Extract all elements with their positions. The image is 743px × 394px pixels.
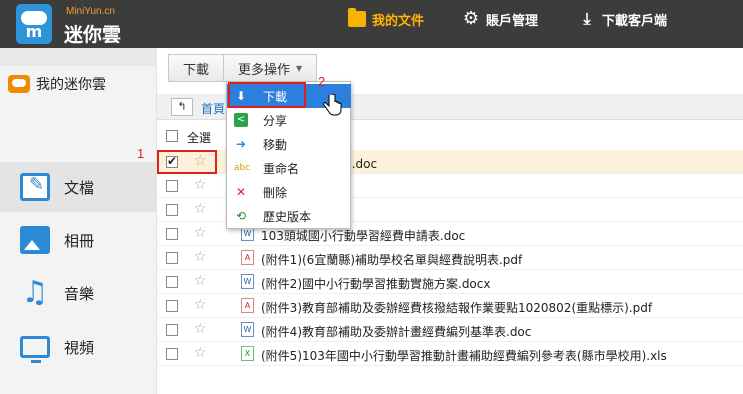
rename-icon: abc	[234, 163, 251, 173]
menu-item-label: 移動	[263, 137, 288, 152]
row-checkbox[interactable]	[166, 276, 178, 288]
share-icon: <	[234, 113, 248, 127]
file-name[interactable]: (附件4)教育部補助及委辦計畫經費編列基準表.doc	[261, 323, 531, 340]
file-name[interactable]: (附件2)國中小行動學習推動實施方案.docx	[261, 275, 490, 292]
nav-download-client[interactable]: ⤓ 下載客戶端	[578, 8, 667, 30]
breadcrumb-home[interactable]: 首頁	[201, 100, 225, 117]
file-name[interactable]: (附件3)教育部補助及委辦經費核撥結報作業要點1020802(重點標示).pdf	[261, 299, 652, 316]
row-checkbox[interactable]	[166, 300, 178, 312]
video-monitor-icon	[20, 336, 50, 363]
download-button-label: 下載	[183, 62, 210, 78]
star-icon[interactable]: ☆	[194, 345, 207, 361]
row-checkbox[interactable]	[166, 204, 178, 216]
file-name[interactable]: (附件1)(6宜蘭縣)補助學校名單與經費說明表.pdf	[261, 251, 522, 268]
table-row[interactable]: ☆ A (附件3)教育部補助及委辦經費核撥結報作業要點1020802(重點標示).p…	[157, 294, 743, 318]
back-button[interactable]: ↰	[171, 98, 193, 116]
nav-account[interactable]: ⚙ 賬戶管理	[462, 8, 538, 30]
app-logo-icon[interactable]: m	[16, 4, 52, 44]
row-checkbox[interactable]	[166, 180, 178, 192]
nav-my-files[interactable]: 我的文件	[348, 8, 424, 30]
gear-icon: ⚙	[462, 8, 480, 29]
annotation-box-download	[228, 82, 306, 108]
menu-item-label: 重命名	[263, 161, 300, 176]
menu-item-rename[interactable]: abc 重命名	[227, 156, 351, 180]
doc-file-icon: W	[241, 274, 254, 289]
star-icon[interactable]: ☆	[194, 321, 207, 337]
app-title[interactable]: 迷你雲	[64, 20, 121, 47]
sidebar-my-yun[interactable]: 我的迷你雲	[8, 74, 106, 94]
doc-file-icon: W	[241, 322, 254, 337]
star-icon[interactable]: ☆	[194, 273, 207, 289]
download-button[interactable]: 下載	[168, 54, 225, 82]
star-icon[interactable]: ☆	[194, 249, 207, 265]
annotation-step-1: 1	[137, 146, 145, 161]
row-checkbox[interactable]	[166, 252, 178, 264]
sidebar-my-yun-label: 我的迷你雲	[36, 77, 106, 93]
more-actions-label: 更多操作	[238, 62, 291, 78]
nav-account-label: 賬戶管理	[486, 13, 539, 29]
delete-x-icon: ✕	[235, 185, 247, 199]
sidebar-item-label: 音樂	[64, 284, 95, 303]
download-icon: ⤓	[583, 9, 591, 28]
select-all-label: 全選	[187, 131, 212, 145]
music-icon: ♫	[21, 275, 49, 310]
sidebar-item-documents[interactable]: 文檔	[0, 162, 157, 212]
star-icon[interactable]: ☆	[194, 201, 207, 217]
sidebar-item-video[interactable]: 視頻	[0, 322, 157, 372]
photo-icon	[20, 226, 50, 254]
sidebar-item-music[interactable]: ♫ 音樂	[0, 268, 157, 318]
menu-item-label: 刪除	[263, 185, 288, 200]
annotation-box-checkbox	[157, 150, 217, 174]
table-row[interactable]: ☆ X (附件5)103年國中小行動學習推動計畫補助經費編列參考表(縣市學校用).x…	[157, 342, 743, 366]
logo-subtitle: MiniYun.cn	[66, 6, 115, 17]
menu-item-delete[interactable]: ✕ 刪除	[227, 180, 351, 204]
top-bar: m MiniYun.cn 迷你雲 我的文件 ⚙ 賬戶管理 ⤓ 下載客戶端	[0, 0, 743, 48]
move-icon: ➜	[235, 137, 247, 151]
pdf-file-icon: A	[241, 298, 254, 313]
table-row[interactable]: ☆ W (附件4)教育部補助及委辦計畫經費編列基準表.doc	[157, 318, 743, 342]
nav-my-files-label: 我的文件	[372, 13, 425, 29]
menu-item-move[interactable]: ➜ 移動	[227, 132, 351, 156]
sidebar-item-label: 相冊	[64, 231, 95, 250]
xls-file-icon: X	[241, 346, 254, 361]
star-icon[interactable]: ☆	[194, 297, 207, 313]
sidebar-item-label: 文檔	[64, 178, 95, 197]
star-icon[interactable]: ☆	[194, 177, 207, 193]
row-checkbox[interactable]	[166, 348, 178, 360]
table-row[interactable]: ☆ W (附件2)國中小行動學習推動實施方案.docx	[157, 270, 743, 294]
history-icon: ⟲	[235, 209, 247, 223]
row-checkbox[interactable]	[166, 324, 178, 336]
select-all-checkbox[interactable]	[166, 130, 178, 142]
pdf-file-icon: A	[241, 250, 254, 265]
document-edit-icon	[20, 173, 50, 201]
menu-item-label: 分享	[263, 113, 288, 128]
file-name[interactable]: 103頭城國小行動學習經費申請表.doc	[261, 227, 465, 244]
sidebar-top-strip	[0, 48, 157, 66]
nav-download-client-label: 下載客戶端	[602, 13, 668, 29]
toolbar: 下載 更多操作 ▼	[168, 54, 318, 82]
star-icon[interactable]: ☆	[194, 225, 207, 241]
menu-item-history[interactable]: ⟲ 歷史版本	[227, 204, 351, 228]
menu-item-label: 歷史版本	[263, 209, 312, 224]
annotation-step-2: 2	[318, 74, 326, 89]
hand-cursor-icon	[323, 94, 342, 116]
file-name[interactable]: (附件5)103年國中小行動學習推動計畫補助經費編列參考表(縣市學校用).xls	[261, 347, 667, 364]
cloud-icon	[8, 75, 30, 93]
sidebar-item-photos[interactable]: 相冊	[0, 215, 157, 265]
sidebar-item-label: 視頻	[64, 338, 95, 357]
more-actions-button[interactable]: 更多操作 ▼	[224, 54, 318, 82]
row-checkbox[interactable]	[166, 228, 178, 240]
folder-icon	[348, 8, 366, 27]
table-row[interactable]: ☆ A (附件1)(6宜蘭縣)補助學校名單與經費說明表.pdf	[157, 246, 743, 270]
chevron-down-icon: ▼	[296, 63, 303, 73]
